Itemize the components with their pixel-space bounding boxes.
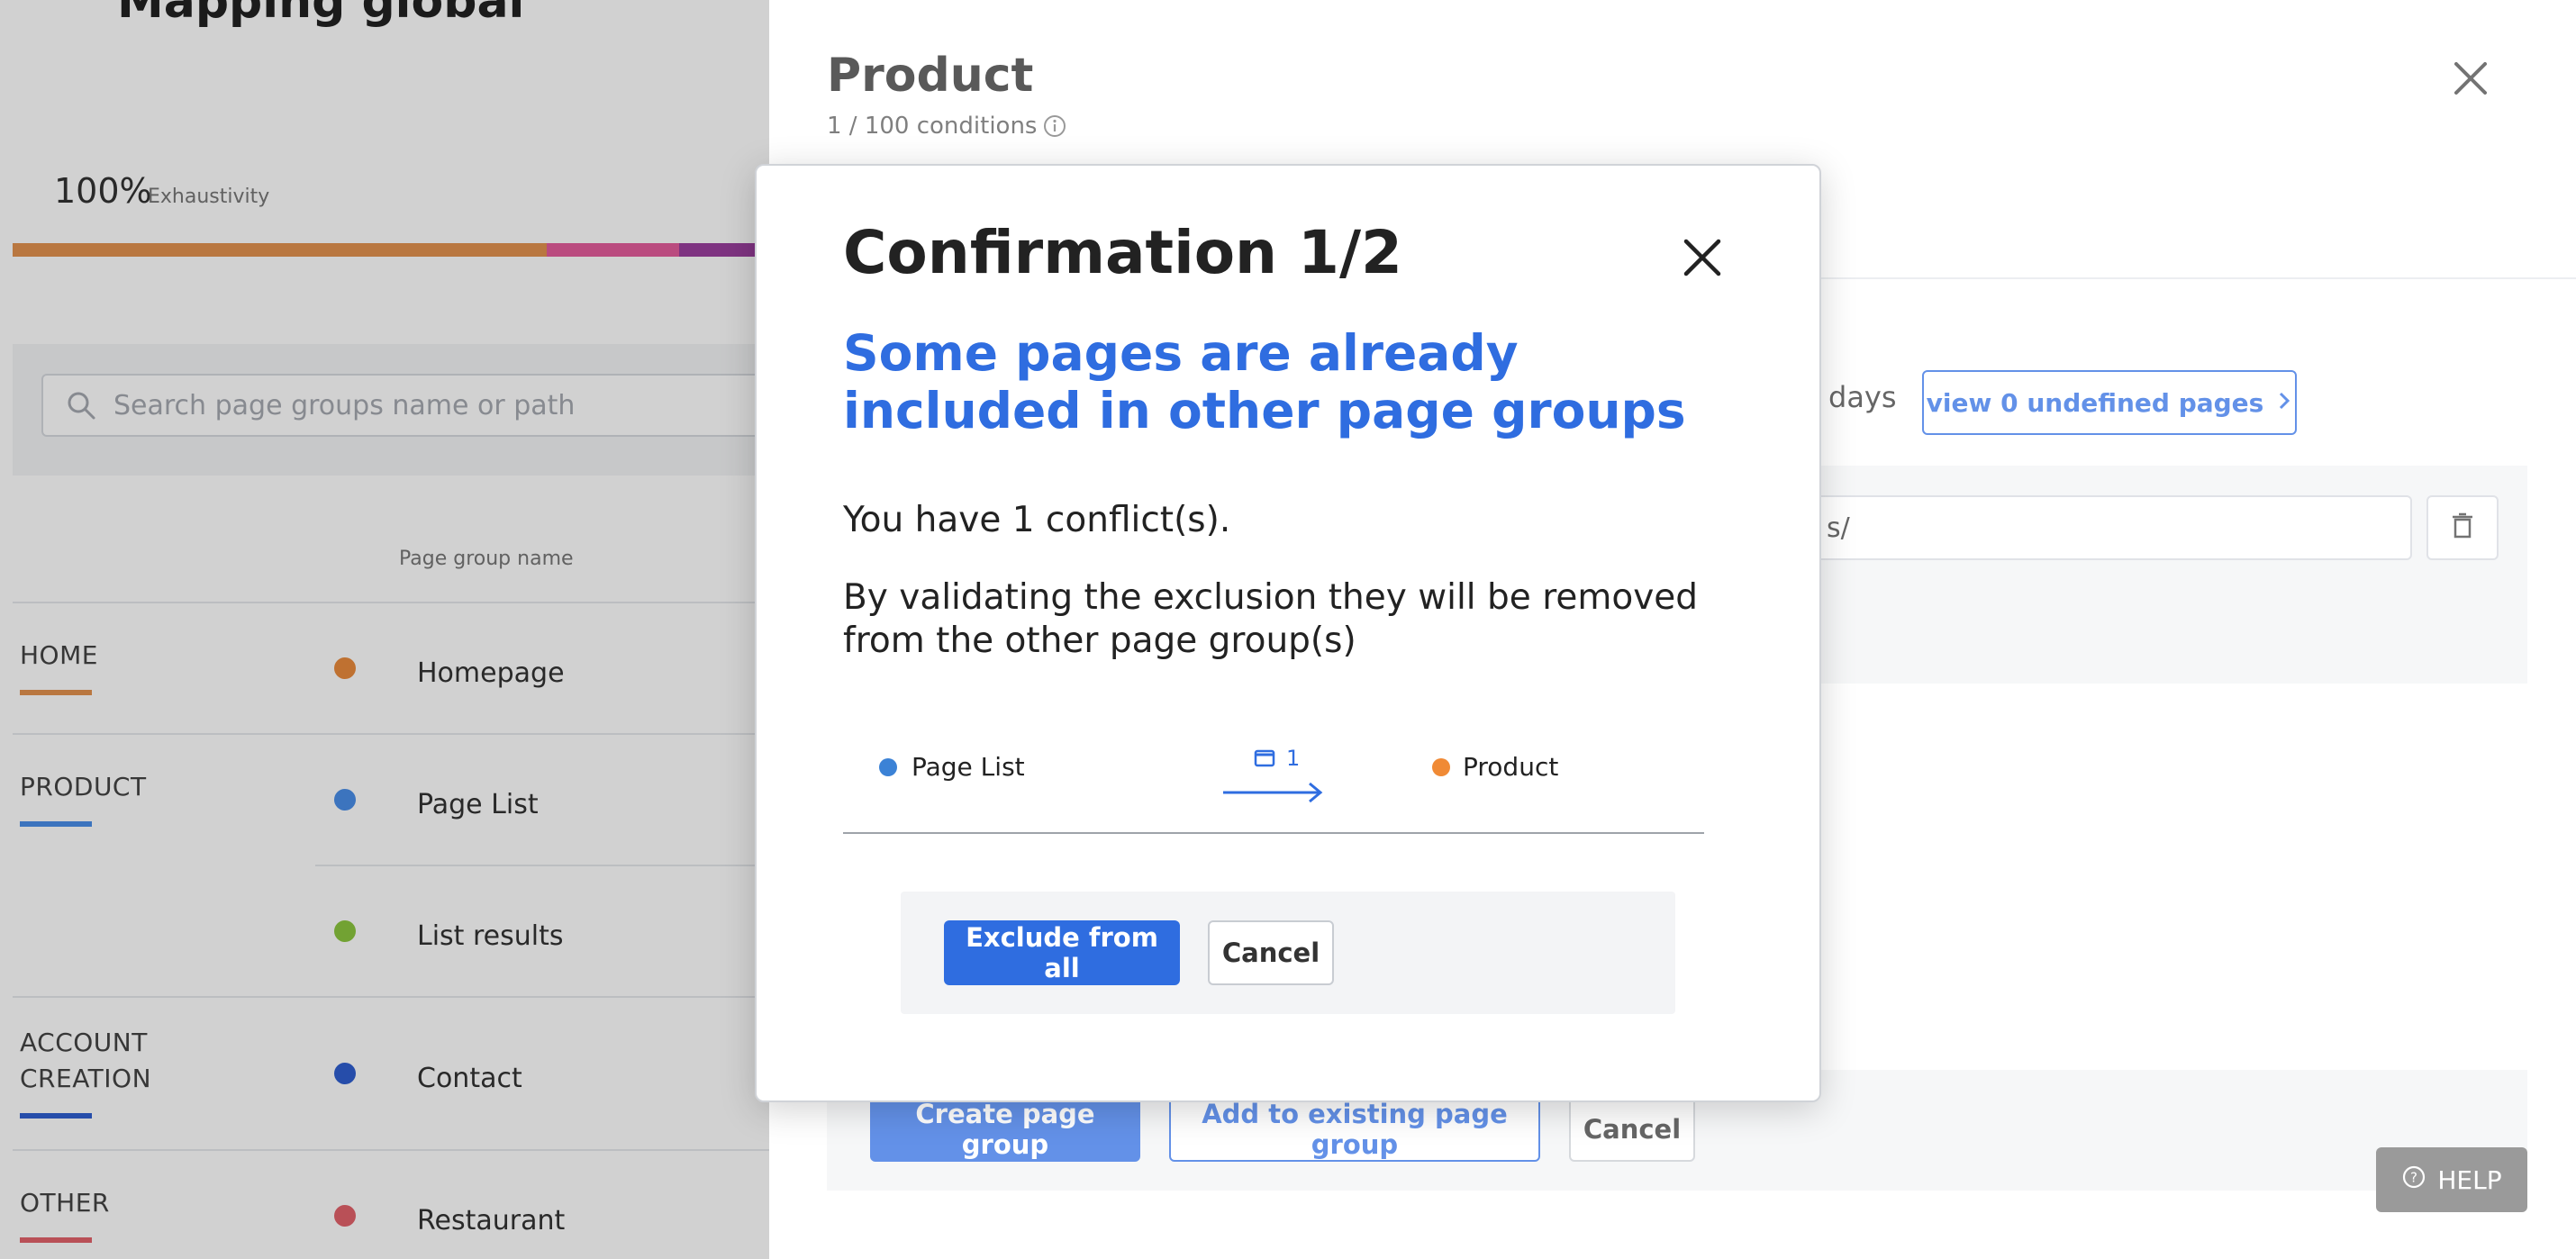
help-icon: ? [2401, 1164, 2426, 1196]
help-button[interactable]: ? HELP [2376, 1147, 2527, 1212]
svg-text:?: ? [2410, 1169, 2417, 1185]
help-label: HELP [2437, 1164, 2502, 1195]
from-page-group: Page List [912, 752, 1025, 782]
to-group-color-dot [1432, 758, 1450, 776]
modal-subtitle: Some pages are already included in other… [843, 324, 1686, 439]
flow-divider [843, 832, 1704, 834]
from-group-color-dot [879, 758, 897, 776]
modal-cancel-button[interactable]: Cancel [1208, 920, 1334, 985]
exclude-from-all-button[interactable]: Exclude from all [944, 920, 1180, 985]
conflicts-count: You have 1 conflict(s). [843, 500, 1231, 540]
close-icon[interactable] [1677, 232, 1728, 283]
left-dim-overlay [0, 0, 769, 1259]
arrow-right-icon [1220, 744, 1328, 807]
modal-title: Confirmation 1/2 [843, 218, 1402, 287]
modal-description: By validating the exclusion they will be… [843, 577, 1699, 661]
conflict-page-count: 1 [1286, 746, 1301, 771]
to-page-group: Product [1463, 752, 1559, 782]
